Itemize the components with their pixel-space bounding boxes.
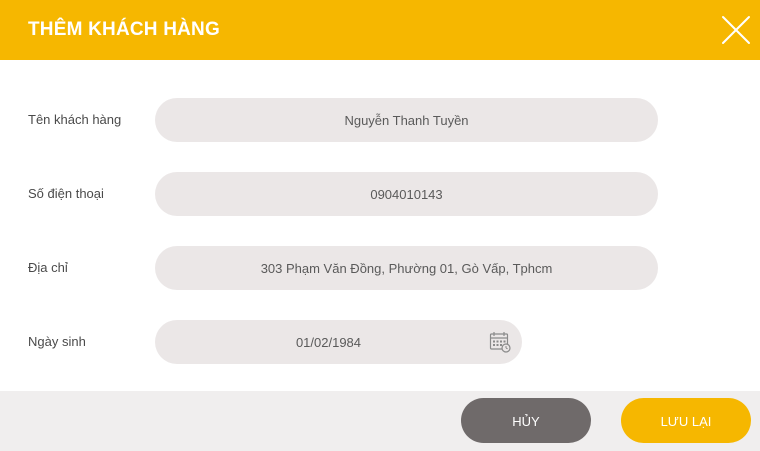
close-button[interactable] <box>718 12 754 48</box>
cancel-button[interactable]: HỦY <box>461 398 591 443</box>
name-label: Tên khách hàng <box>28 112 122 127</box>
form-row-address: Địa chỉ <box>0 246 760 290</box>
birthday-field-wrapper <box>155 320 522 364</box>
phone-label: Số điện thoại <box>28 186 104 201</box>
address-input[interactable] <box>155 246 658 290</box>
calendar-icon <box>489 332 511 353</box>
save-button[interactable]: LƯU LẠI <box>621 398 751 443</box>
calendar-button[interactable] <box>489 331 511 353</box>
form-row-name: Tên khách hàng <box>0 98 760 142</box>
dialog-header: THÊM KHÁCH HÀNG <box>0 0 760 60</box>
address-label: Địa chỉ <box>28 260 68 275</box>
add-customer-dialog: THÊM KHÁCH HÀNG Tên khách hàng Số điện t… <box>0 0 760 451</box>
birthday-label: Ngày sinh <box>28 334 86 349</box>
name-field-wrapper <box>155 98 658 142</box>
name-input[interactable] <box>155 98 658 142</box>
dialog-footer: HỦY LƯU LẠI <box>0 391 760 451</box>
dialog-title: THÊM KHÁCH HÀNG <box>28 19 220 40</box>
phone-field-wrapper <box>155 172 658 216</box>
phone-input[interactable] <box>155 172 658 216</box>
form-row-birthday: Ngày sinh <box>0 320 760 364</box>
address-field-wrapper <box>155 246 658 290</box>
birthday-input[interactable] <box>155 320 522 364</box>
close-icon <box>722 16 750 44</box>
form-row-phone: Số điện thoại <box>0 172 760 216</box>
